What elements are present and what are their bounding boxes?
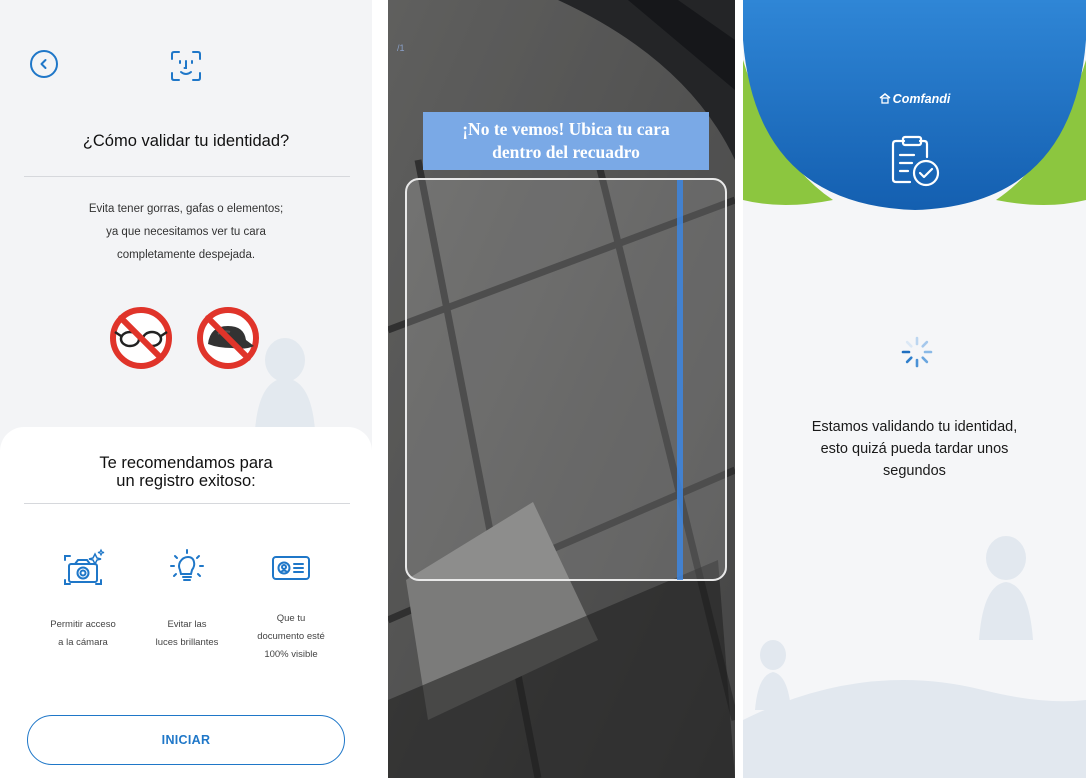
- recommendation-label: Permitir acceso: [50, 619, 116, 630]
- no-glasses-icon: [110, 307, 172, 369]
- brand-name: Comfandi: [892, 92, 951, 106]
- page-title: ¿Cómo validar tu identidad?: [82, 132, 290, 150]
- message-line: ¡No te vemos! Ubica tu cara: [462, 119, 670, 139]
- recommendations-title-line: un registro exitoso:: [116, 472, 256, 490]
- message-line: dentro del recuadro: [492, 142, 640, 162]
- message-line: segundos: [883, 463, 946, 479]
- instructions-line: ya que necesitamos ver tu cara: [106, 226, 266, 238]
- scan-line: [677, 180, 683, 580]
- corner-tag: /1: [397, 43, 405, 53]
- recommendation-label: Evitar las: [167, 619, 207, 630]
- id-card-icon: [272, 556, 310, 580]
- recommendations-title: Te recomendamos para un registro exitoso…: [0, 454, 372, 490]
- loading-spinner-icon: [901, 336, 933, 368]
- message-line: Estamos validando tu identidad,: [811, 419, 1018, 435]
- clipboard-check-icon: [891, 135, 940, 187]
- recommendation-document: Que tu documento esté 100% visible: [241, 548, 341, 664]
- bright-light-icon: [170, 549, 204, 581]
- back-button[interactable]: [30, 50, 58, 78]
- face-not-detected-message: ¡No te vemos! Ubica tu cara dentro del r…: [423, 112, 709, 170]
- message-line: esto quizá pueda tardar unos: [820, 441, 1009, 457]
- no-cap-icon: [197, 307, 259, 369]
- face-id-icon: [171, 51, 201, 81]
- validating-message: Estamos validando tu identidad, esto qui…: [743, 416, 1086, 482]
- recommendation-label: luces brillantes: [155, 637, 219, 648]
- instructions-text: Evita tener gorras, gafas o elementos; y…: [40, 198, 332, 267]
- validating-screen: Comfandi Estamos validando tu identidad,: [743, 0, 1086, 778]
- recommendation-lights: Evitar las luces brillantes: [137, 548, 237, 652]
- divider: [24, 176, 350, 177]
- camera-capture-screen: ¡No te vemos! Ubica tu cara dentro del r…: [388, 0, 735, 778]
- recommendation-label: documento esté: [257, 631, 325, 642]
- divider: [24, 503, 350, 504]
- chevron-left-icon: [40, 59, 47, 69]
- brand-logo: Comfandi: [743, 92, 1086, 107]
- home-logo-icon: [879, 93, 891, 107]
- instructions-line: Evita tener gorras, gafas o elementos;: [88, 203, 284, 215]
- recommendation-camera: Permitir acceso a la cámara: [33, 548, 133, 652]
- identity-intro-screen: ¿Cómo validar tu identidad? Evita tener …: [0, 0, 372, 778]
- camera-icon: [64, 548, 105, 585]
- start-button[interactable]: INICIAR: [27, 715, 345, 765]
- recommendation-label: 100% visible: [264, 649, 318, 660]
- background-art: [743, 0, 1086, 778]
- recommendations-title-line: Te recomendamos para: [99, 454, 273, 472]
- recommendation-label: Que tu: [276, 613, 306, 624]
- recommendation-label: a la cámara: [58, 637, 108, 648]
- instructions-line: completamente despejada.: [116, 249, 256, 261]
